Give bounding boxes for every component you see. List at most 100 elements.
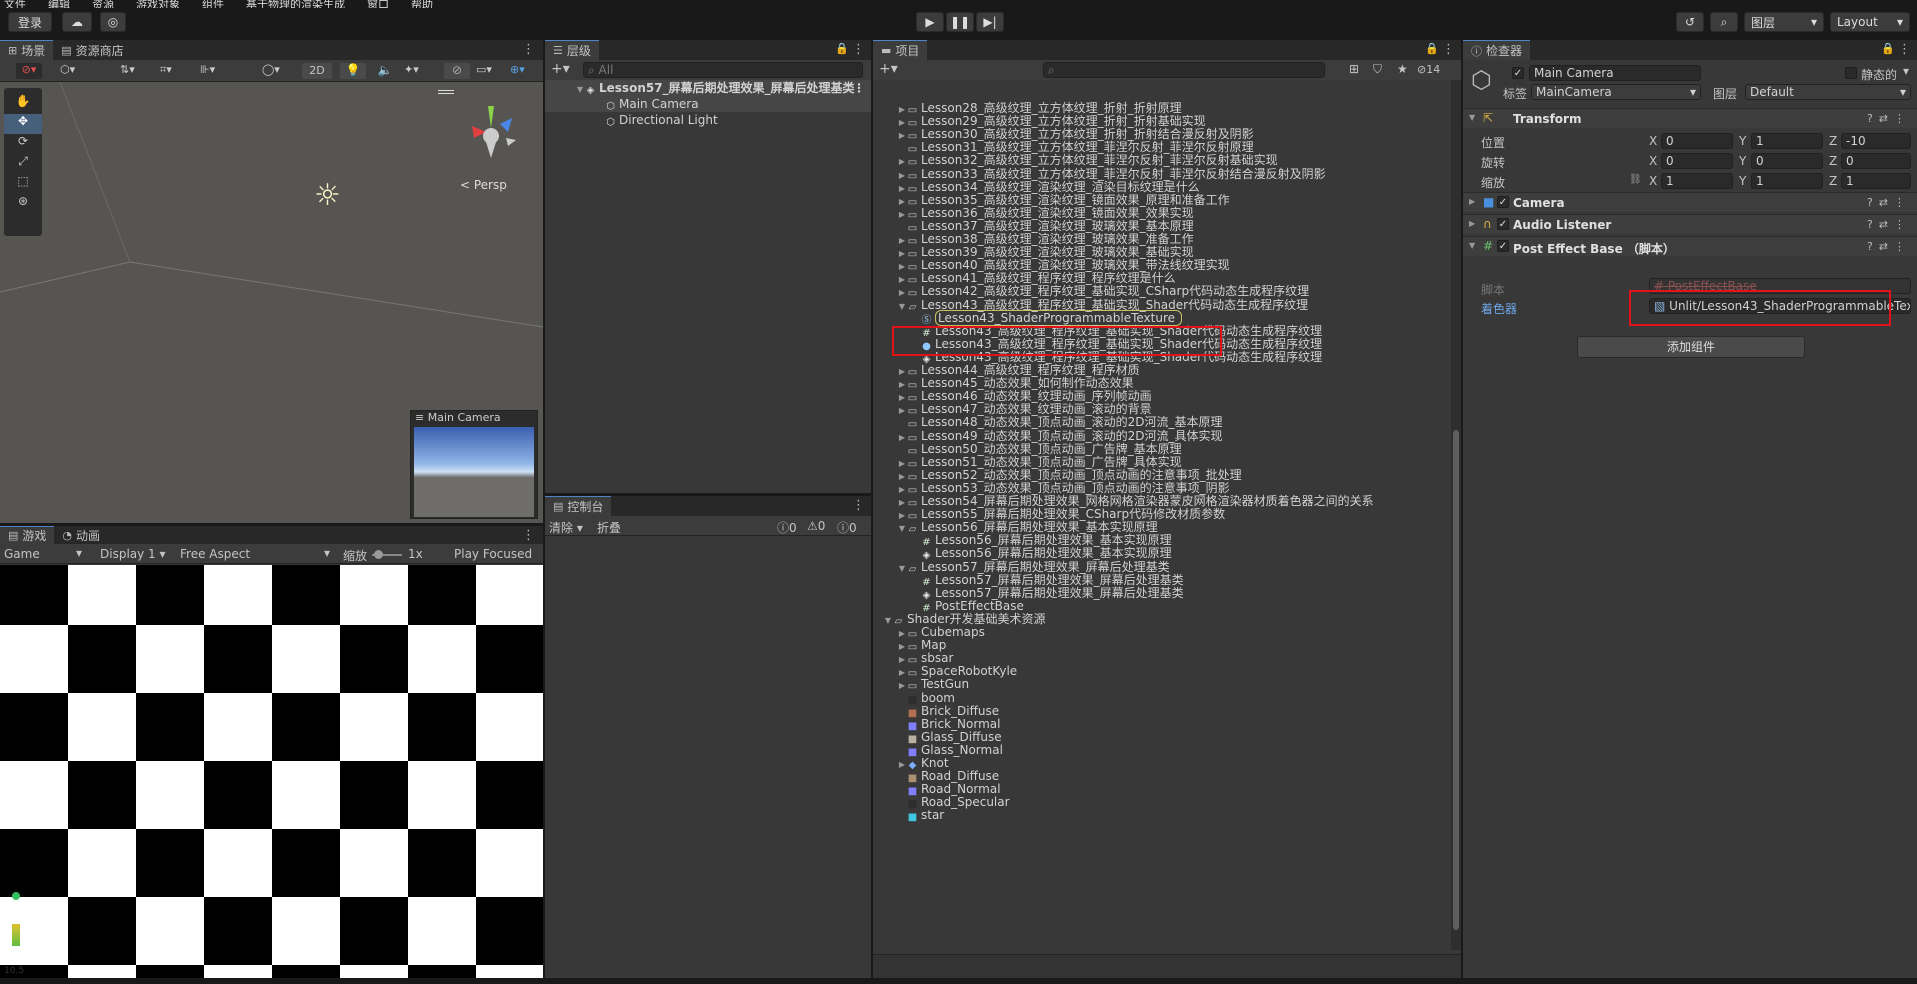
project-asset-row[interactable]: ■ Road_Normal — [873, 783, 1451, 798]
expand-arrow-icon[interactable]: ▶ — [897, 103, 907, 116]
cube-icon[interactable]: ⬡▾ — [60, 63, 90, 79]
expand-arrow-icon[interactable]: ▶ — [897, 169, 907, 182]
project-folder-row[interactable]: ▶ ▭ sbsar — [873, 652, 1451, 667]
scale-z-field[interactable]: 1 — [1841, 173, 1911, 189]
expand-arrow-icon[interactable]: ▼ — [1469, 113, 1475, 122]
project-scrollbar[interactable] — [1451, 80, 1461, 950]
project-asset-row[interactable]: # PostEffectBase — [873, 599, 1451, 614]
scrollbar-thumb[interactable] — [1453, 430, 1459, 930]
expand-arrow-icon[interactable]: ▶ — [897, 679, 907, 692]
log-count[interactable]: ⓘ0 — [837, 519, 857, 536]
position-x-field[interactable]: 0 — [1661, 133, 1733, 149]
expand-arrow-icon[interactable]: ▶ — [897, 195, 907, 208]
transform-tool-icon[interactable]: ⊛ — [4, 194, 42, 214]
project-folder-row[interactable]: ▶ ▭ Map — [873, 639, 1451, 654]
object-name-input[interactable]: Main Camera — [1529, 65, 1701, 81]
project-asset-row[interactable]: ■ boom — [873, 691, 1451, 706]
project-folder-row[interactable]: ▶ ▭ Lesson34_高级纹理_渲染纹理_渲染目标纹理是什么 — [873, 180, 1451, 195]
move-snap-icon[interactable]: ⇅▾ — [120, 63, 148, 79]
add-icon[interactable]: +▾ — [551, 61, 570, 77]
tab-asset-store[interactable]: ▤ 资源商店 — [53, 40, 132, 60]
expand-arrow-icon[interactable]: ▶ — [897, 391, 907, 404]
project-folder-row[interactable]: ▶ ▭ Lesson49_动态效果_顶点动画_滚动的2D河流_具体实现 — [873, 429, 1451, 444]
audio-icon[interactable]: 🔈 — [372, 63, 398, 79]
tag-dropdown[interactable]: MainCamera ▾ — [1531, 84, 1701, 100]
tab-project[interactable]: ▬ 项目 — [873, 40, 928, 60]
visibility-icon[interactable]: ⊘ — [444, 63, 470, 79]
more-icon[interactable]: ⋮ — [853, 80, 865, 96]
expand-arrow-icon[interactable]: ▶ — [1469, 219, 1475, 228]
more-icon[interactable]: ⋮ — [1898, 42, 1911, 57]
project-folder-row[interactable]: ▼ ▱ Shader开发基础美术资源 — [873, 612, 1451, 627]
add-component-button[interactable]: 添加组件 — [1577, 336, 1805, 358]
project-folder-row[interactable]: ▭ Lesson37_高级纹理_渲染纹理_玻璃效果_基本原理 — [873, 219, 1451, 234]
add-icon[interactable]: +▾ — [879, 61, 898, 77]
project-folder-row[interactable]: ▶ ▭ Lesson35_高级纹理_渲染纹理_镜面效果_原理和准备工作 — [873, 193, 1451, 208]
favorite-icon[interactable]: ★ — [1397, 62, 1408, 76]
project-search-input[interactable]: ⌕ — [1043, 62, 1325, 78]
hidden-packages-toggle[interactable]: ⊘14 — [1417, 63, 1440, 76]
camera-icon[interactable]: ▭▾ — [476, 63, 504, 79]
chevron-down-icon[interactable]: ▾ — [1903, 64, 1909, 78]
scale-tool-icon[interactable]: ⤢ — [4, 154, 42, 174]
filter-type-icon[interactable]: ⊞ — [1349, 62, 1359, 76]
more-icon[interactable]: ⋮ — [852, 42, 865, 57]
camera-header[interactable]: ▶ ■ ✓ Camera ?⇄⋮ — [1463, 192, 1917, 212]
project-asset-row[interactable]: ■ Brick_Normal — [873, 717, 1451, 732]
project-asset-row[interactable]: ▶ ◆ Knot — [873, 757, 1451, 772]
component-actions[interactable]: ?⇄⋮ — [1867, 218, 1911, 231]
transform-header[interactable]: ▼ ⇱ Transform ?⇄⋮ — [1463, 108, 1917, 128]
project-asset-row[interactable]: ■ Road_Diffuse — [873, 770, 1451, 785]
more-icon[interactable]: ⋮ — [1442, 42, 1455, 57]
collab-icon[interactable]: ◎ — [100, 12, 126, 32]
expand-arrow-icon[interactable]: ▶ — [897, 378, 907, 391]
shading-sphere-icon[interactable]: ◯▾ — [262, 63, 296, 79]
expand-arrow-icon[interactable]: ▶ — [897, 365, 907, 378]
display-dropdown[interactable]: Display 1 ▾ — [100, 547, 166, 561]
lock-icon[interactable]: 🔒 — [835, 42, 849, 55]
expand-arrow-icon[interactable]: ▶ — [897, 457, 907, 470]
more-icon[interactable]: ⋮ — [522, 42, 535, 57]
expand-arrow-icon[interactable]: ▶ — [897, 116, 907, 129]
expand-arrow-icon[interactable]: ▶ — [897, 758, 907, 771]
hierarchy-search-input[interactable]: ⌕ All — [583, 62, 863, 78]
layer-dropdown[interactable]: Default ▾ — [1745, 84, 1911, 100]
active-checkbox[interactable]: ✓ — [1512, 67, 1524, 79]
project-folder-row[interactable]: ▶ ▭ Lesson42_高级纹理_程序纹理_基础实现_CSharp代码动态生成程序… — [873, 285, 1451, 300]
expand-arrow-icon[interactable]: ▼ — [897, 522, 907, 535]
pause-button[interactable]: ❚❚ — [946, 12, 974, 32]
more-icon[interactable]: ⋮ — [522, 528, 535, 543]
draw-mode-icon[interactable]: ⊘▾ — [16, 63, 42, 79]
expand-arrow-icon[interactable]: ▶ — [897, 627, 907, 640]
expand-arrow-icon[interactable]: ▶ — [897, 509, 907, 522]
expand-arrow-icon[interactable]: ▶ — [897, 129, 907, 142]
warning-count[interactable]: ⚠0 — [807, 519, 825, 533]
cloud-icon[interactable]: ☁ — [62, 12, 92, 32]
expand-arrow-icon[interactable]: ▶ — [897, 208, 907, 221]
expand-arrow-icon[interactable]: ▶ — [1469, 197, 1475, 206]
project-folder-row[interactable]: ▶ ▭ Lesson53_动态效果_顶点动画_顶点动画的注意事项_阴影 — [873, 481, 1451, 496]
gizmos-icon[interactable]: ⊕▾ — [510, 63, 538, 79]
project-asset-row[interactable]: # Lesson43_高级纹理_程序纹理_基础实现_Shader代码动态生成程序纹… — [873, 324, 1451, 339]
project-asset-row[interactable]: ■ Glass_Normal — [873, 743, 1451, 758]
game-view-dropdown[interactable]: Game — [4, 547, 40, 561]
expand-arrow-icon[interactable]: ▼ — [1469, 241, 1475, 250]
login-button[interactable]: 登录 — [8, 12, 52, 32]
rect-tool-icon[interactable]: ⬚ — [4, 174, 42, 194]
component-actions[interactable]: ?⇄⋮ — [1867, 240, 1911, 253]
more-icon[interactable]: ⋮ — [852, 498, 865, 513]
expand-arrow-icon[interactable]: ▼ — [883, 614, 893, 627]
perspective-label[interactable]: < Persp — [460, 178, 507, 192]
post-effect-base-header[interactable]: ▼ # ✓ Post Effect Base （脚本） ?⇄⋮ — [1463, 236, 1917, 256]
hierarchy-scene-row[interactable]: ▼ ◈ Lesson57_屏幕后期处理效果_屏幕后处理基类 ⋮ — [545, 80, 871, 96]
project-asset-row[interactable]: ■ Glass_Diffuse — [873, 730, 1451, 745]
step-button[interactable]: ▶| — [976, 12, 1004, 32]
tab-animation[interactable]: ◔ 动画 — [54, 526, 109, 544]
rotate-tool-icon[interactable]: ⟳ — [4, 134, 42, 154]
audio-listener-header[interactable]: ▶ ∩ ✓ Audio Listener ?⇄⋮ — [1463, 214, 1917, 234]
expand-arrow-icon[interactable]: ▶ — [897, 470, 907, 483]
tab-hierarchy[interactable]: ☰ 层级 — [545, 40, 599, 60]
layers-dropdown[interactable]: 图层 ▾ — [1744, 12, 1824, 32]
enabled-checkbox[interactable]: ✓ — [1497, 196, 1509, 208]
component-actions[interactable]: ?⇄⋮ — [1867, 112, 1911, 125]
